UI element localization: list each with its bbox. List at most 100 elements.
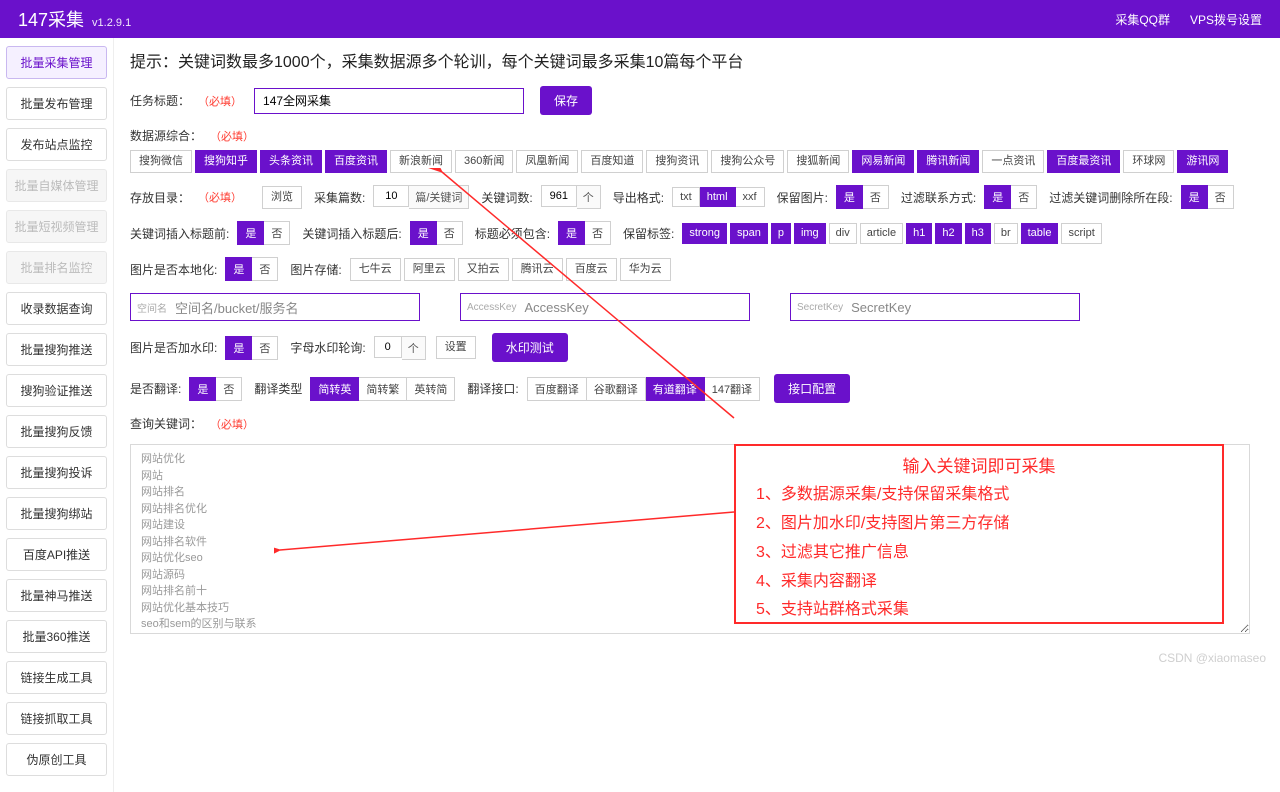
keep-tag-strong[interactable]: strong [682,223,727,244]
source-搜狗资讯[interactable]: 搜狗资讯 [646,150,708,173]
export-format-xxf[interactable]: xxf [736,187,765,207]
image-local-是[interactable]: 是 [225,257,252,281]
keep-tag-p[interactable]: p [771,223,791,244]
sidebar-item-6[interactable]: 收录数据查询 [6,292,107,325]
image-store-百度云[interactable]: 百度云 [566,258,617,281]
prefix-title-是[interactable]: 是 [237,221,264,245]
delete-paragraph-否[interactable]: 否 [1208,185,1234,209]
sidebar-item-10[interactable]: 批量搜狗投诉 [6,456,107,489]
watermark-round-input[interactable] [374,336,402,358]
source-百度知道[interactable]: 百度知道 [581,150,643,173]
sidebar-item-1[interactable]: 批量发布管理 [6,87,107,120]
image-store-阿里云[interactable]: 阿里云 [404,258,455,281]
keep-image-否[interactable]: 否 [863,185,889,209]
browse-button[interactable]: 浏览 [262,186,302,209]
api-config-button[interactable]: 接口配置 [774,374,850,403]
keep-tag-h1[interactable]: h1 [906,223,932,244]
keep-tag-script[interactable]: script [1061,223,1101,244]
sidebar-item-0[interactable]: 批量采集管理 [6,46,107,79]
save-button[interactable]: 保存 [540,86,592,115]
keep-tag-br[interactable]: br [994,223,1018,244]
keep-tag-h2[interactable]: h2 [935,223,961,244]
suffix-title-否[interactable]: 否 [437,221,463,245]
sidebar-item-11[interactable]: 批量搜狗绑站 [6,497,107,530]
source-游讯网[interactable]: 游讯网 [1177,150,1228,173]
sidebar-item-9[interactable]: 批量搜狗反馈 [6,415,107,448]
store-label: 存放目录： [130,189,190,206]
keyword-textarea[interactable]: 网站优化网站网站排名网站排名优化网站建设网站排名软件网站优化seo网站源码网站排… [130,444,1250,634]
source-环球网[interactable]: 环球网 [1123,150,1174,173]
image-store-腾讯云[interactable]: 腾讯云 [512,258,563,281]
access-key-input[interactable]: AccessKey AccessKey [460,293,750,321]
collect-count-label: 采集篇数: [314,189,365,206]
source-搜狗知乎[interactable]: 搜狗知乎 [195,150,257,173]
translate-type-简转繁[interactable]: 简转繁 [359,377,407,401]
space-name-input[interactable]: 空间名 空间名/bucket/服务名 [130,293,420,321]
source-百度最资讯[interactable]: 百度最资讯 [1047,150,1120,173]
data-sources-row: 数据源综合： （必填） 搜狗微信搜狗知乎头条资讯百度资讯新浪新闻360新闻凤凰新… [130,127,1264,173]
translate-api-有道翻译[interactable]: 有道翻译 [646,377,705,401]
image-store-华为云[interactable]: 华为云 [620,258,671,281]
source-一点资讯[interactable]: 一点资讯 [982,150,1044,173]
sidebar-item-7[interactable]: 批量搜狗推送 [6,333,107,366]
translate-否[interactable]: 否 [216,377,242,401]
translate-type-简转英[interactable]: 简转英 [310,377,359,401]
sidebar-item-14[interactable]: 批量360推送 [6,620,107,653]
sidebar-item-15[interactable]: 链接生成工具 [6,661,107,694]
sidebar-item-16[interactable]: 链接抓取工具 [6,702,107,735]
source-新浪新闻[interactable]: 新浪新闻 [390,150,452,173]
filter-contact-否[interactable]: 否 [1011,185,1037,209]
export-format-txt[interactable]: txt [672,187,700,207]
collect-count-input[interactable] [373,185,409,207]
image-local-否[interactable]: 否 [252,257,278,281]
keep-tag-div[interactable]: div [829,223,857,244]
keep-tag-table[interactable]: table [1021,223,1059,244]
source-360新闻[interactable]: 360新闻 [455,150,513,173]
watermark-set-button[interactable]: 设置 [436,336,476,359]
keyword-count-input[interactable] [541,185,577,207]
qq-group-link[interactable]: 采集QQ群 [1115,11,1170,28]
keep-image-是[interactable]: 是 [836,185,863,209]
watermark-test-button[interactable]: 水印测试 [492,333,568,362]
suffix-title-是[interactable]: 是 [410,221,437,245]
source-腾讯新闻[interactable]: 腾讯新闻 [917,150,979,173]
task-title-input[interactable] [254,88,524,114]
keep-tag-img[interactable]: img [794,223,826,244]
sidebar-item-13[interactable]: 批量神马推送 [6,579,107,612]
source-搜狗公众号[interactable]: 搜狗公众号 [711,150,784,173]
vps-dial-link[interactable]: VPS拨号设置 [1190,11,1262,28]
watermark-round-label: 字母水印轮询: [290,339,365,356]
delete-paragraph-是[interactable]: 是 [1181,185,1208,209]
keep-tag-article[interactable]: article [860,223,903,244]
secret-key-input[interactable]: SecretKey SecretKey [790,293,1080,321]
prefix-title-否[interactable]: 否 [264,221,290,245]
translate-是[interactable]: 是 [189,377,216,401]
keep-tag-span[interactable]: span [730,223,768,244]
source-百度资讯[interactable]: 百度资讯 [325,150,387,173]
sidebar-item-12[interactable]: 百度API推送 [6,538,107,571]
sidebar-item-8[interactable]: 搜狗验证推送 [6,374,107,407]
source-凤凰新闻[interactable]: 凤凰新闻 [516,150,578,173]
translate-api-谷歌翻译[interactable]: 谷歌翻译 [587,377,646,401]
store-required: （必填） [198,189,242,205]
source-搜狗微信[interactable]: 搜狗微信 [130,150,192,173]
translate-api-147翻译[interactable]: 147翻译 [705,377,760,401]
keep-tag-h3[interactable]: h3 [965,223,991,244]
title-must-是[interactable]: 是 [558,221,585,245]
source-网易新闻[interactable]: 网易新闻 [852,150,914,173]
sidebar-item-17[interactable]: 伪原创工具 [6,743,107,776]
image-store-又拍云[interactable]: 又拍云 [458,258,509,281]
watermark-否[interactable]: 否 [252,336,278,360]
export-format-html[interactable]: html [700,187,736,207]
watermark-是[interactable]: 是 [225,336,252,360]
source-搜狐新闻[interactable]: 搜狐新闻 [787,150,849,173]
source-头条资讯[interactable]: 头条资讯 [260,150,322,173]
watermark-label: 图片是否加水印: [130,339,217,356]
filter-contact-是[interactable]: 是 [984,185,1011,209]
image-store-七牛云[interactable]: 七牛云 [350,258,401,281]
sources-label: 数据源综合： [130,127,202,144]
translate-api-百度翻译[interactable]: 百度翻译 [527,377,587,401]
translate-type-英转简[interactable]: 英转简 [407,377,455,401]
sidebar-item-2[interactable]: 发布站点监控 [6,128,107,161]
title-must-否[interactable]: 否 [585,221,611,245]
